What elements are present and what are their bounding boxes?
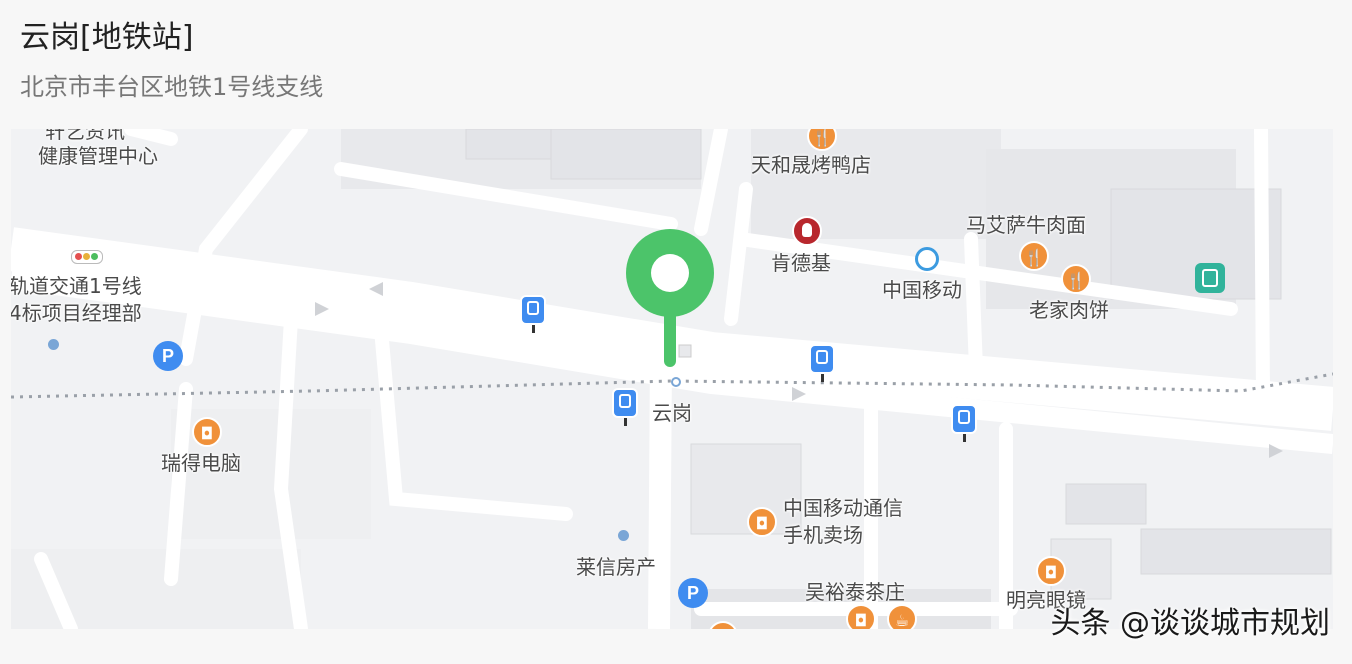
shopping-icon[interactable]: ◘: [192, 417, 222, 447]
poi-label-beef-noodle[interactable]: 马艾萨牛肉面: [966, 213, 1086, 237]
map-view[interactable]: 轩艺资讯 健康管理中心 天和晟烤鸭店 马艾萨牛肉面 肯德基 中国移动 老家肉饼 …: [11, 129, 1333, 629]
poi-dot-icon[interactable]: [48, 339, 59, 350]
place-address: 北京市丰台区地铁1号线支线: [20, 73, 324, 101]
poi-label-health-center[interactable]: 健康管理中心: [38, 144, 158, 168]
poi-dot-icon[interactable]: [618, 530, 629, 541]
restaurant-icon[interactable]: 🍴: [1061, 264, 1091, 294]
map-roads: [11, 129, 1333, 629]
watermark: 头条 @谈谈城市规划: [1050, 606, 1330, 641]
shopping-icon[interactable]: ◘: [747, 507, 777, 537]
bus-stop-icon[interactable]: [612, 388, 638, 426]
restaurant-icon[interactable]: 🍴: [1019, 241, 1049, 271]
restaurant-icon[interactable]: ☕: [887, 604, 917, 629]
poi-label-china-mobile[interactable]: 中国移动: [882, 278, 962, 302]
poi-label-health-top: 轩艺资讯: [45, 129, 125, 143]
location-card[interactable]: 云岗[地铁站] 北京市丰台区地铁1号线支线 轩艺资讯 健康管理中心 天和晟烤鸭店…: [0, 0, 1352, 664]
poi-label-kfc[interactable]: 肯德基: [771, 251, 831, 275]
station-label[interactable]: 云岗: [652, 401, 692, 425]
bus-stop-icon[interactable]: [951, 404, 977, 442]
metro-icon[interactable]: [1195, 263, 1225, 293]
poi-label-mobile-store-2: 手机卖场: [783, 523, 863, 547]
parking-icon[interactable]: P: [153, 341, 183, 371]
poi-label-rail-project-2: 4标项目经理部: [11, 301, 142, 325]
location-pin-icon[interactable]: [626, 229, 714, 317]
poi-label-meat-pie[interactable]: 老家肉饼: [1029, 298, 1109, 322]
parking-icon[interactable]: P: [678, 578, 708, 608]
poi-label-tea-house[interactable]: 吴裕泰茶庄: [805, 580, 905, 604]
poi-label-realty[interactable]: 莱信房产: [576, 555, 656, 579]
poi-label-mobile-store[interactable]: 中国移动通信: [783, 496, 903, 520]
shopping-icon[interactable]: ◘: [1036, 556, 1066, 586]
china-mobile-logo-icon[interactable]: [915, 247, 939, 271]
shopping-icon[interactable]: ◘: [846, 604, 876, 629]
bus-stop-icon[interactable]: [520, 295, 546, 333]
traffic-light-icon: [71, 250, 103, 264]
location-pin-stem: [664, 309, 676, 367]
poi-label-ruide-computer[interactable]: 瑞得电脑: [161, 451, 241, 475]
poi-label-roast-duck[interactable]: 天和晟烤鸭店: [751, 153, 871, 177]
poi-label-rail-project-1[interactable]: 轨道交通1号线: [11, 274, 142, 298]
kfc-logo-icon[interactable]: [792, 216, 822, 246]
place-title: 云岗[地铁站]: [20, 20, 194, 55]
bus-stop-icon[interactable]: [809, 344, 835, 382]
